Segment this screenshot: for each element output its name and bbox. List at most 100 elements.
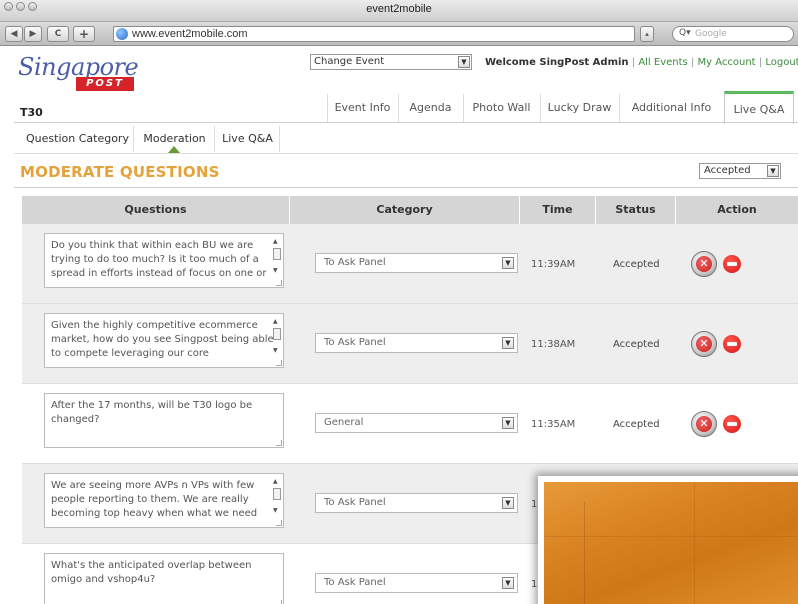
reload-button[interactable]: C <box>47 26 69 42</box>
category-value: To Ask Panel <box>324 497 386 508</box>
reject-button[interactable]: ✕ <box>691 251 717 277</box>
all-events-link[interactable]: All Events <box>638 57 687 68</box>
chevron-down-icon: ▼ <box>502 497 514 509</box>
chevron-down-icon: ▼ <box>458 56 470 68</box>
category-select[interactable]: To Ask Panel ▼ <box>315 253 518 273</box>
category-select[interactable]: General ▼ <box>315 413 518 433</box>
table-header: Questions Category Time Status Action <box>22 196 798 224</box>
category-select[interactable]: To Ask Panel ▼ <box>315 333 518 353</box>
search-placeholder: Google <box>695 29 727 39</box>
scroll-down-icon[interactable]: ▼ <box>273 344 278 358</box>
remove-button[interactable] <box>723 415 741 433</box>
reject-button[interactable]: ✕ <box>691 411 717 437</box>
my-account-link[interactable]: My Account <box>698 57 756 68</box>
question-time: 11:35AM <box>531 419 576 430</box>
window-title: event2mobile <box>366 3 432 15</box>
column-header-time: Time <box>520 196 596 224</box>
scroll-thumb[interactable] <box>273 328 281 340</box>
category-select[interactable]: To Ask Panel ▼ <box>315 573 518 593</box>
resize-handle-icon[interactable] <box>276 600 282 604</box>
resize-handle-icon[interactable] <box>276 360 282 366</box>
question-time: 11:38AM <box>531 339 576 350</box>
subtab-divider <box>14 153 798 154</box>
change-event-value: Change Event <box>314 56 385 67</box>
tab-lucky-draw[interactable]: Lucky Draw <box>540 94 618 122</box>
scroll-thumb[interactable] <box>273 248 281 260</box>
category-value: To Ask Panel <box>324 257 386 268</box>
active-subtab-indicator <box>168 146 180 153</box>
tab-additional-info[interactable]: Additional Info <box>619 94 723 122</box>
remove-minus-icon <box>727 262 737 266</box>
url-bar[interactable]: www.event2mobile.com <box>113 26 635 42</box>
remove-button[interactable] <box>723 335 741 353</box>
change-event-select[interactable]: Change Event ▼ <box>310 54 472 70</box>
url-text: www.event2mobile.com <box>132 28 248 40</box>
subtab-live-qa[interactable]: Live Q&A <box>216 126 280 152</box>
question-textarea[interactable]: Do you think that within each BU we are … <box>44 233 284 288</box>
tab-live-qa[interactable]: Live Q&A <box>724 91 794 124</box>
remove-button[interactable] <box>723 255 741 273</box>
column-header-action: Action <box>717 203 757 216</box>
search-icon: Q▾ <box>679 28 691 38</box>
scroll-up-icon[interactable]: ▲ <box>273 475 278 489</box>
welcome-text: Welcome SingPost Admin <box>485 57 629 68</box>
top-nav: Welcome SingPost Admin | All Events | My… <box>485 57 798 68</box>
scroll-up-icon[interactable]: ▲ <box>273 315 278 329</box>
question-status: Accepted <box>613 259 660 270</box>
title-divider <box>14 187 798 188</box>
resize-handle-icon[interactable] <box>276 280 282 286</box>
scroll-up-icon[interactable]: ▲ <box>273 235 278 249</box>
chevron-down-icon: ▼ <box>502 337 514 349</box>
question-time: 1 <box>531 499 538 510</box>
reject-button[interactable]: ✕ <box>691 331 717 357</box>
chevron-down-icon: ▼ <box>502 257 514 269</box>
forward-button[interactable]: ▶ <box>24 26 42 42</box>
question-status: Accepted <box>613 339 660 350</box>
singapore-post-logo[interactable]: Singapore POST <box>18 53 158 93</box>
category-select[interactable]: To Ask Panel ▼ <box>315 493 518 513</box>
search-input[interactable]: Q▾ Google <box>672 26 794 42</box>
question-time: 11:39AM <box>531 259 576 270</box>
logout-link[interactable]: Logout <box>765 57 798 68</box>
question-text: Given the highly competitive ecommerce m… <box>51 320 274 359</box>
add-bookmark-button[interactable]: + <box>73 26 95 42</box>
reject-x-icon: ✕ <box>696 256 712 272</box>
remove-minus-icon <box>727 342 737 346</box>
tab-event-info[interactable]: Event Info <box>327 94 397 122</box>
browser-toolbar: ◀ ▶ C + www.event2mobile.com ▴ Q▾ Google <box>0 22 798 46</box>
category-value: To Ask Panel <box>324 577 386 588</box>
reject-x-icon: ✕ <box>696 336 712 352</box>
question-text: We are seeing more AVPs n VPs with few p… <box>51 480 258 519</box>
scroll-down-icon[interactable]: ▼ <box>273 504 278 518</box>
header-divider <box>14 122 798 123</box>
scroll-thumb[interactable] <box>273 488 281 500</box>
question-text: After the 17 months, will be T30 logo be… <box>51 400 253 425</box>
rss-icon[interactable]: ▴ <box>640 26 654 42</box>
browser-titlebar: event2mobile <box>0 0 798 22</box>
question-textarea[interactable]: After the 17 months, will be T30 logo be… <box>44 393 284 448</box>
tab-photo-wall[interactable]: Photo Wall <box>463 94 539 122</box>
table-row: Do you think that within each BU we are … <box>22 224 798 304</box>
page-title: MODERATE QUESTIONS <box>20 163 220 181</box>
question-textarea[interactable]: We are seeing more AVPs n VPs with few p… <box>44 473 284 528</box>
resize-handle-icon[interactable] <box>276 440 282 446</box>
question-status: Accepted <box>613 419 660 430</box>
resize-handle-icon[interactable] <box>276 520 282 526</box>
status-filter-select[interactable]: Accepted ▼ <box>699 163 781 179</box>
category-value: To Ask Panel <box>324 337 386 348</box>
tab-agenda[interactable]: Agenda <box>398 94 462 122</box>
scroll-down-icon[interactable]: ▼ <box>273 264 278 278</box>
category-value: General <box>324 417 364 428</box>
question-textarea[interactable]: Given the highly competitive ecommerce m… <box>44 313 284 368</box>
question-textarea[interactable]: What's the anticipated overlap between o… <box>44 553 284 604</box>
column-header-status: Status <box>596 196 676 224</box>
subtab-question-category[interactable]: Question Category <box>22 126 134 152</box>
status-filter-value: Accepted <box>704 165 751 176</box>
chevron-down-icon: ▼ <box>502 577 514 589</box>
logo-post-badge: POST <box>76 77 134 91</box>
chevron-down-icon: ▼ <box>502 417 514 429</box>
back-button[interactable]: ◀ <box>5 26 23 42</box>
column-header-questions: Questions <box>22 196 290 224</box>
remove-minus-icon <box>727 422 737 426</box>
table-row: Given the highly competitive ecommerce m… <box>22 304 798 384</box>
